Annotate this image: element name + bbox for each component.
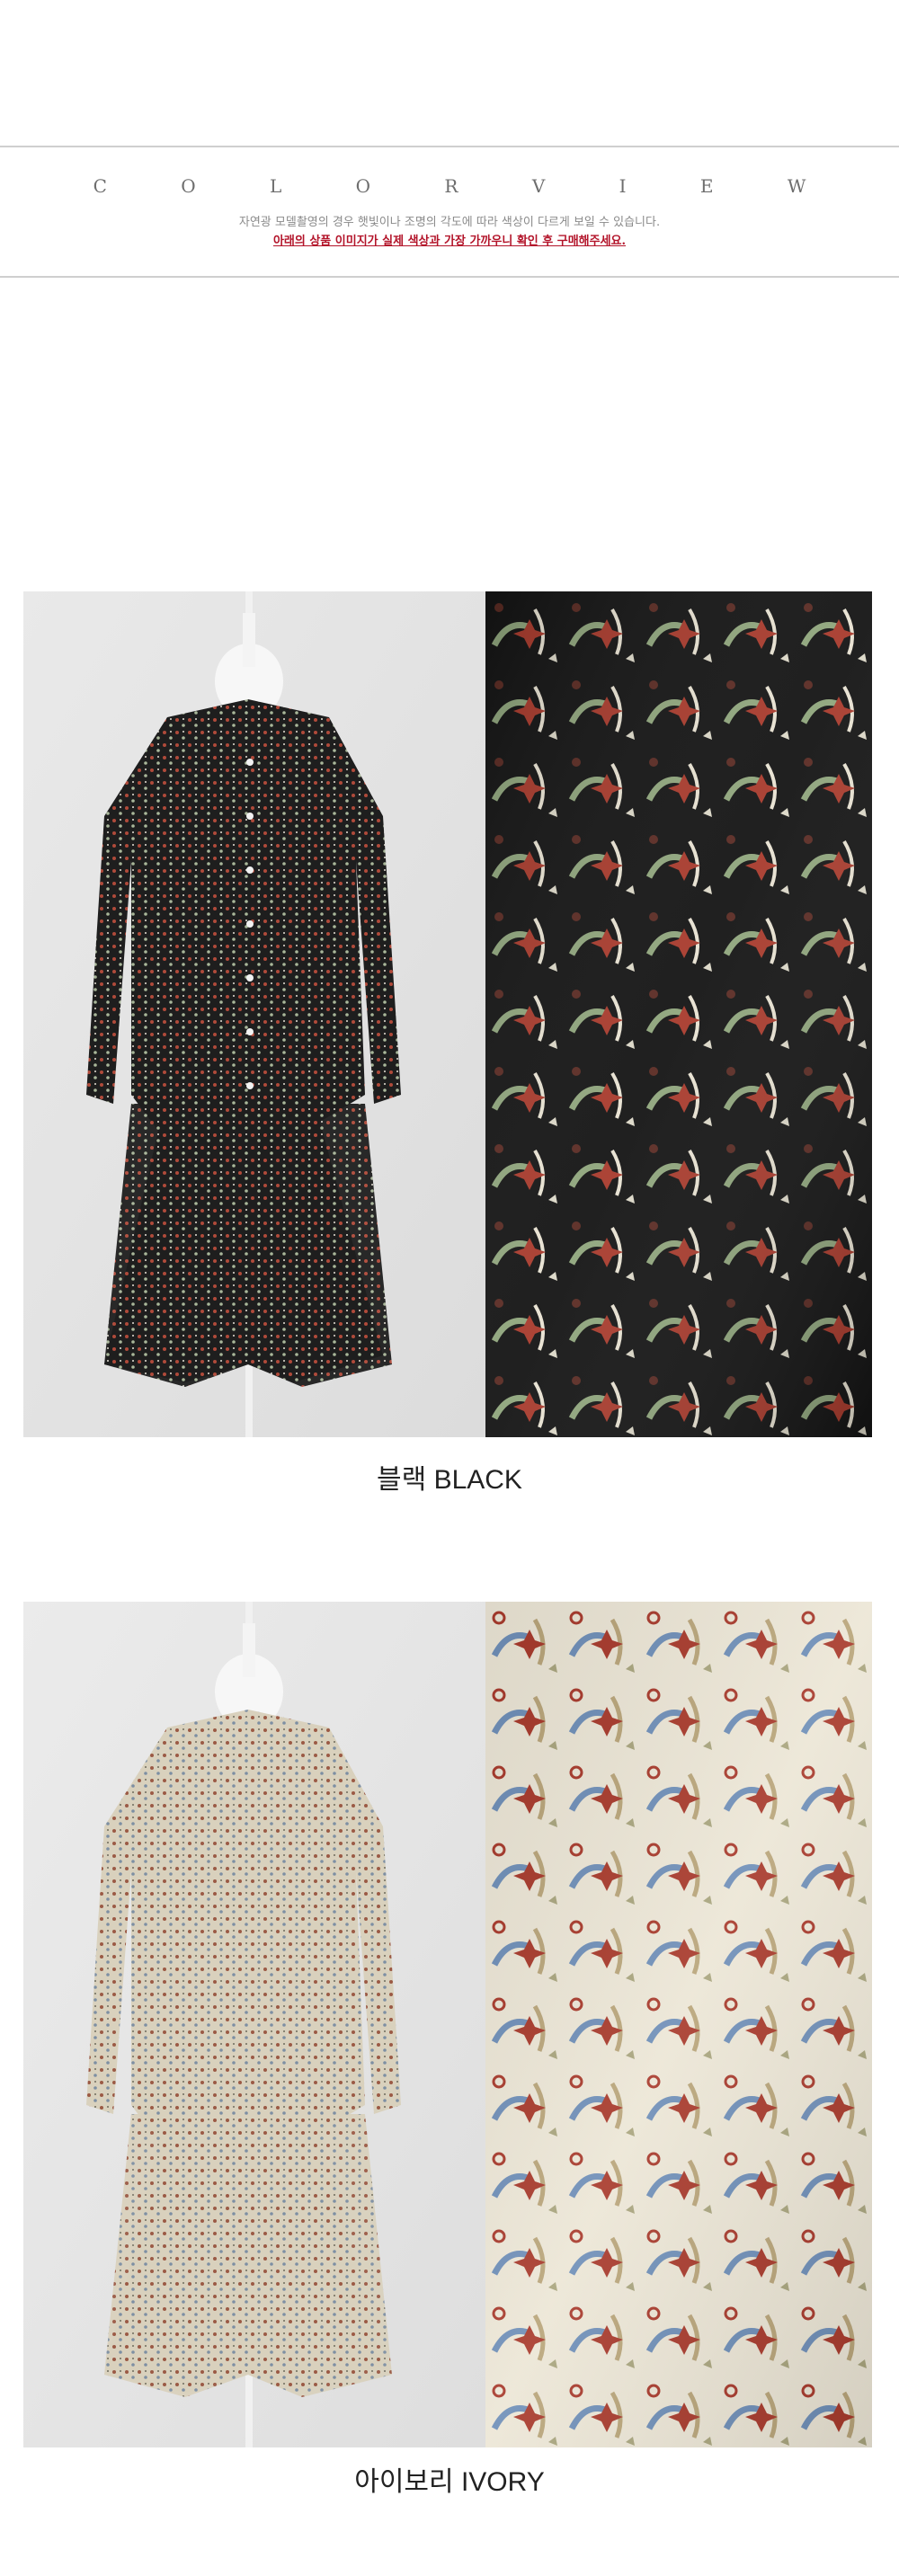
- color-accuracy-notice: 아래의 상품 이미지가 실제 색상과 가장 가까우니 확인 후 구매해주세요.: [272, 235, 627, 248]
- black-dress-photo: [23, 591, 485, 1437]
- color-view-title: C O L O R V I E W: [93, 175, 841, 197]
- ivory-dress-photo: [23, 1602, 485, 2447]
- bottom-divider: [0, 276, 899, 278]
- top-divider: [0, 146, 899, 147]
- ivory-fabric-closeup: [485, 1602, 872, 2447]
- lighting-notice: 자연광 모델촬영의 경우 햇빛이나 조명의 각도에 따라 색상이 다르게 보일 …: [238, 216, 661, 229]
- black-fabric-closeup: [485, 591, 872, 1437]
- color-caption-black: 블랙 BLACK: [377, 1465, 522, 1495]
- color-caption-ivory: 아이보리 IVORY: [354, 2467, 545, 2497]
